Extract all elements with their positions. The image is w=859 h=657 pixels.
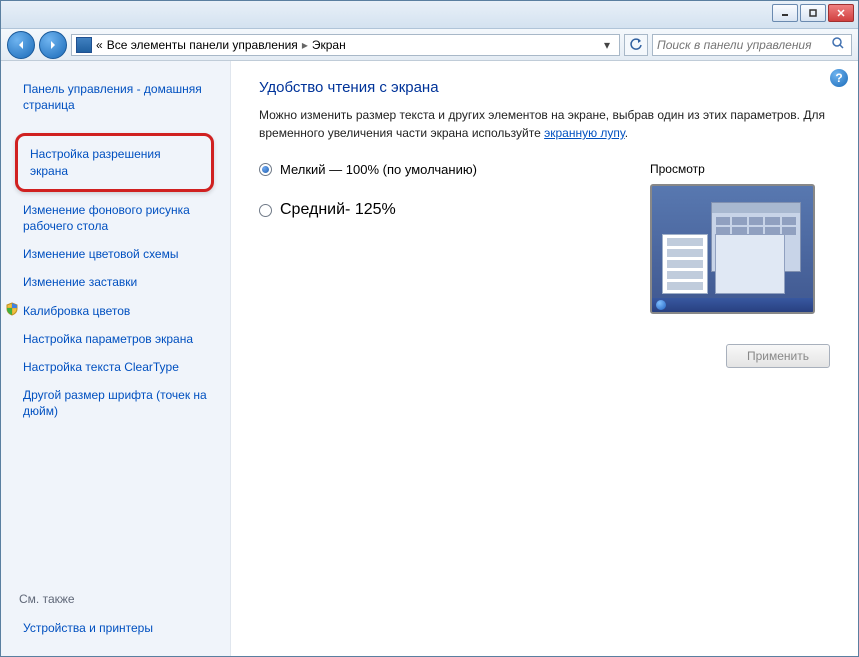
- see-also-devices[interactable]: Устройства и принтеры: [23, 614, 222, 642]
- radio-small-input[interactable]: [259, 163, 272, 176]
- search-box[interactable]: [652, 34, 852, 56]
- apply-row: Применить: [259, 344, 830, 368]
- preview-window-front: [715, 234, 785, 294]
- sidebar-item-resolution[interactable]: Настройка разрешения экрана: [15, 133, 214, 191]
- sidebar-item-dpi[interactable]: Другой размер шрифта (точек на дюйм): [23, 381, 222, 425]
- control-panel-icon: [76, 37, 92, 53]
- desc-text-2: .: [625, 126, 628, 140]
- breadcrumb-parent[interactable]: Все элементы панели управления: [107, 38, 298, 52]
- sidebar-item-calibration[interactable]: Калибровка цветов: [23, 297, 222, 325]
- preview-label: Просмотр: [650, 162, 830, 176]
- address-dropdown-icon[interactable]: ▾: [599, 38, 615, 52]
- sidebar-item-cleartype[interactable]: Настройка текста ClearType: [23, 353, 222, 381]
- sidebar-item-screensaver[interactable]: Изменение заставки: [23, 268, 222, 296]
- page-title: Удобство чтения с экрана: [259, 79, 830, 96]
- search-input[interactable]: [657, 38, 831, 52]
- main-panel: ? Удобство чтения с экрана Можно изменит…: [231, 61, 858, 656]
- preview-start-menu: [662, 234, 708, 294]
- close-button[interactable]: [828, 4, 854, 22]
- search-icon[interactable]: [831, 36, 847, 53]
- see-also-label: См. также: [19, 592, 222, 606]
- preview-column: Просмотр: [650, 162, 830, 314]
- magnifier-link[interactable]: экранную лупу: [544, 126, 625, 140]
- titlebar[interactable]: [1, 1, 858, 29]
- sidebar-item-label: Калибровка цветов: [23, 304, 130, 318]
- sidebar-home-link[interactable]: Панель управления - домашняя страница: [23, 75, 222, 119]
- shield-icon: [5, 302, 19, 316]
- radio-medium-input[interactable]: [259, 204, 272, 217]
- radio-option-small[interactable]: Мелкий — 100% (по умолчанию): [259, 162, 620, 177]
- breadcrumb-prefix: «: [96, 38, 103, 52]
- page-description: Можно изменить размер текста и других эл…: [259, 106, 830, 142]
- radio-option-medium[interactable]: Средний- 125%: [259, 201, 620, 219]
- preview-monitor: [650, 184, 815, 314]
- sidebar: Панель управления - домашняя страница На…: [1, 61, 231, 656]
- maximize-button[interactable]: [800, 4, 826, 22]
- forward-button[interactable]: [39, 31, 67, 59]
- minimize-button[interactable]: [772, 4, 798, 22]
- radio-small-label: Мелкий — 100% (по умолчанию): [280, 162, 477, 177]
- navbar: « Все элементы панели управления ▸ Экран…: [1, 29, 858, 61]
- breadcrumb-current[interactable]: Экран: [312, 38, 346, 52]
- options-column: Мелкий — 100% (по умолчанию) Средний- 12…: [259, 162, 620, 314]
- chevron-right-icon: ▸: [302, 38, 308, 52]
- radio-medium-label: Средний- 125%: [280, 201, 396, 219]
- preview-taskbar: [652, 298, 813, 312]
- sidebar-item-wallpaper[interactable]: Изменение фонового рисунка рабочего стол…: [23, 196, 222, 240]
- sidebar-footer: См. также Устройства и принтеры: [23, 572, 222, 642]
- control-panel-window: « Все элементы панели управления ▸ Экран…: [0, 0, 859, 657]
- apply-button[interactable]: Применить: [726, 344, 830, 368]
- help-icon[interactable]: ?: [830, 69, 848, 87]
- breadcrumb[interactable]: « Все элементы панели управления ▸ Экран: [96, 38, 346, 52]
- back-button[interactable]: [7, 31, 35, 59]
- desc-text-1: Можно изменить размер текста и других эл…: [259, 108, 825, 140]
- preview-start-orb: [656, 300, 666, 310]
- sidebar-item-display-settings[interactable]: Настройка параметров экрана: [23, 325, 222, 353]
- address-bar[interactable]: « Все элементы панели управления ▸ Экран…: [71, 34, 620, 56]
- refresh-button[interactable]: [624, 34, 648, 56]
- window-controls: [772, 4, 854, 22]
- options-row: Мелкий — 100% (по умолчанию) Средний- 12…: [259, 162, 830, 314]
- content-area: Панель управления - домашняя страница На…: [1, 61, 858, 656]
- sidebar-item-color-scheme[interactable]: Изменение цветовой схемы: [23, 240, 222, 268]
